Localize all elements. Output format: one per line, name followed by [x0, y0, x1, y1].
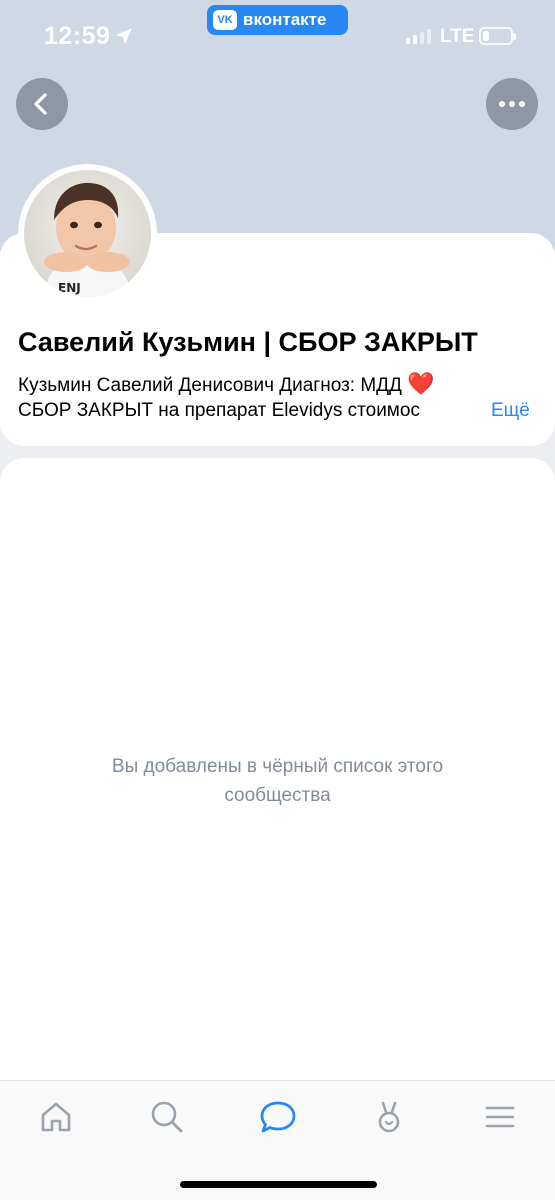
blocked-message: Вы добавлены в чёрный список этого сообщ… [111, 756, 444, 806]
more-options-button[interactable] [486, 78, 538, 130]
vk-logo-icon: VK [213, 10, 237, 30]
tab-search[interactable] [147, 1097, 187, 1137]
clips-icon [378, 1101, 400, 1133]
avatar-photo: ENJ [24, 170, 151, 297]
tab-home[interactable] [36, 1097, 76, 1137]
network-type: LTE [440, 26, 475, 47]
back-button[interactable] [16, 78, 68, 130]
battery-icon [479, 27, 516, 45]
status-time: 12:59 [44, 22, 111, 50]
tab-menu[interactable] [480, 1097, 520, 1137]
svg-text:ENJ: ENJ [58, 281, 81, 295]
tab-clips[interactable] [369, 1097, 409, 1137]
home-icon [41, 1102, 71, 1132]
search-icon [151, 1101, 183, 1133]
battery-level [483, 31, 489, 41]
heart-emoji: ❤️ [407, 371, 435, 396]
home-indicator[interactable] [180, 1181, 377, 1188]
signal-icon [406, 29, 431, 44]
description-line-1: Кузьмин Савелий Денисович Диагноз: МДД ❤… [18, 371, 435, 397]
child-portrait-icon: ENJ [44, 182, 132, 297]
community-title: Савелий Кузьмин | СБОР ЗАКРЫТ [18, 327, 478, 357]
description-text-1: Кузьмин Савелий Денисович Диагноз: МДД [18, 375, 402, 396]
app-badge-label: вконтакте [243, 10, 327, 29]
show-more-link[interactable]: Ещё [491, 400, 530, 422]
messages-icon [260, 1101, 296, 1133]
avatar[interactable]: ENJ [18, 164, 157, 303]
location-arrow-icon [116, 28, 132, 44]
chevron-left-icon [34, 93, 47, 115]
more-horizontal-icon [499, 101, 525, 107]
description-line-2: СБОР ЗАКРЫТ на препарат Elevidys стоимос [18, 400, 476, 422]
tab-messages[interactable] [258, 1097, 298, 1137]
app-badge[interactable]: VK вконтакте [207, 5, 348, 35]
menu-icon [485, 1106, 515, 1128]
